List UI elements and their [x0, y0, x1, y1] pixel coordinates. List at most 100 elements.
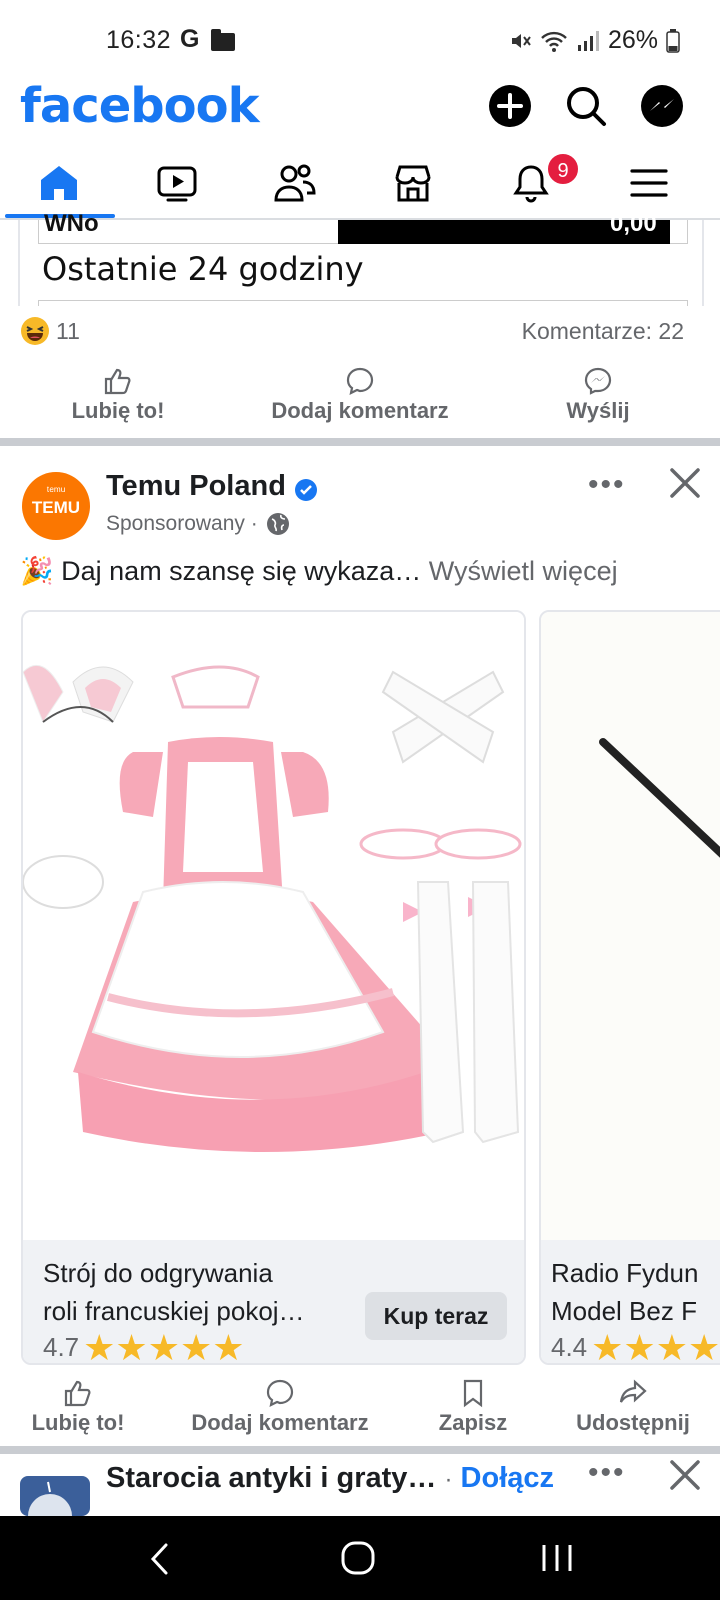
tab-marketplace[interactable]: [354, 148, 472, 218]
wifi-icon: [541, 31, 567, 52]
product-image[interactable]: [541, 612, 720, 1240]
save-button[interactable]: Zapisz: [426, 1378, 520, 1436]
google-icon: G: [180, 25, 200, 53]
tab-menu[interactable]: [590, 148, 708, 218]
product-rating: 4.7 ★★★★★: [43, 1329, 245, 1363]
recent-apps-icon[interactable]: [540, 1542, 574, 1574]
product-card[interactable]: Strój do odgrywania roli francuskiej pok…: [21, 610, 526, 1365]
system-nav-bar: [0, 1516, 720, 1600]
bookmark-icon: [463, 1379, 483, 1408]
search-button[interactable]: [564, 84, 608, 128]
status-bar: 16:32 G 26%: [0, 0, 720, 80]
status-icons: 26%: [508, 26, 680, 55]
video-icon: [157, 166, 197, 202]
comment-label: Dodaj komentarz: [191, 1410, 369, 1435]
close-icon[interactable]: [668, 466, 702, 500]
sponsored-separator: ·: [250, 512, 258, 535]
create-button[interactable]: [488, 84, 532, 128]
comment-icon: [346, 367, 374, 395]
see-more-link[interactable]: Wyświetl więcej: [429, 556, 618, 586]
group-name[interactable]: Starocia antyki i graty…: [106, 1462, 436, 1494]
product-footer: Radio Fydun Model Bez F 4.4 ★★★★: [541, 1240, 720, 1365]
feed-separator: [0, 1446, 720, 1454]
post-actions: Lubię to! Dodaj komentarz Wyślij: [0, 366, 720, 438]
more-options-button[interactable]: •••: [588, 1456, 626, 1490]
messenger-button[interactable]: [640, 84, 684, 128]
verified-badge-icon: [295, 479, 317, 501]
product-title-line1: Radio Fydun: [551, 1258, 699, 1288]
reactions-bar: 11 Komentarze: 22: [0, 306, 720, 366]
post-text-body: Daj nam szansę się wykaza…: [61, 556, 422, 586]
share-icon: [619, 1379, 647, 1403]
product-rating: 4.4 ★★★★: [551, 1326, 720, 1365]
close-icon[interactable]: [668, 1458, 702, 1492]
table-period-label: Ostatnie 24 godziny: [42, 250, 364, 288]
ad-post-actions: Lubię to! Dodaj komentarz Zapisz Udostęp…: [0, 1378, 720, 1450]
product-title-line2: Model Bez F: [551, 1296, 697, 1326]
group-avatar[interactable]: [20, 1476, 90, 1516]
like-button[interactable]: Lubię to!: [52, 366, 184, 424]
sponsored-text: Sponsorowany: [106, 512, 245, 535]
battery-percent: 26%: [607, 26, 658, 54]
comment-icon: [266, 1379, 294, 1407]
friends-icon: [274, 164, 316, 202]
comment-label: Dodaj komentarz: [271, 398, 449, 423]
party-icon: 🎉: [20, 556, 54, 586]
temu-avatar[interactable]: ᵗᵉᵐᵘ TEMU: [22, 472, 90, 540]
like-label: Lubię to!: [71, 398, 165, 423]
reaction-count[interactable]: 11: [56, 318, 80, 345]
back-icon[interactable]: [148, 1542, 172, 1576]
save-label: Zapisz: [438, 1410, 508, 1435]
rating-value: 4.4: [551, 1332, 588, 1362]
shop-now-button[interactable]: Kup teraz: [365, 1292, 507, 1340]
more-options-button[interactable]: •••: [588, 468, 626, 502]
home-button-icon[interactable]: [340, 1540, 376, 1576]
avatar-top-text: ᵗᵉᵐᵘ: [46, 484, 66, 498]
share-button[interactable]: Udostępnij: [562, 1378, 704, 1436]
marketplace-icon: [395, 165, 431, 202]
search-icon: [567, 87, 606, 126]
avatar-text: TEMU: [31, 498, 81, 517]
thumbs-up-icon: [104, 368, 131, 395]
notification-badge: 9: [546, 152, 580, 186]
product-card[interactable]: Radio Fydun Model Bez F 4.4 ★★★★: [539, 610, 720, 1365]
thumbs-up-icon: [64, 1380, 91, 1407]
star-rating-icon: ★★★★: [591, 1326, 720, 1365]
comments-count[interactable]: Komentarze: 22: [522, 318, 684, 345]
tab-video[interactable]: [118, 148, 236, 218]
post-image-table[interactable]: WNo 0,00 Ostatnie 24 godziny: [18, 210, 704, 310]
product-title-line2: roli francuskiej pokoj…: [43, 1296, 305, 1326]
page-name[interactable]: Temu Poland: [106, 470, 286, 503]
group-separator: ·: [444, 1466, 453, 1493]
folder-icon: [211, 29, 235, 51]
signal-icon: [577, 30, 599, 51]
group-title: Starocia antyki i graty… · Dołącz: [106, 1462, 554, 1495]
product-image[interactable]: [23, 612, 526, 1240]
comment-button[interactable]: Dodaj komentarz: [176, 1378, 384, 1436]
send-label: Wyślij: [566, 398, 630, 423]
post-text: 🎉 Daj nam szansę się wykaza… Wyświetl wi…: [20, 555, 618, 587]
table-row-value: 0,00: [610, 210, 657, 237]
product-title[interactable]: Strój do odgrywania roli francuskiej pok…: [43, 1254, 305, 1330]
tab-friends[interactable]: [236, 148, 354, 218]
comment-button[interactable]: Dodaj komentarz: [252, 366, 468, 424]
like-label: Lubię to!: [31, 1410, 125, 1435]
messenger-icon: [641, 85, 683, 127]
table-row-label: WNo: [44, 210, 99, 237]
plus-icon: [489, 85, 531, 127]
tab-home[interactable]: [0, 148, 118, 218]
send-button[interactable]: Wyślij: [548, 366, 648, 424]
facebook-logo[interactable]: facebook: [20, 78, 260, 134]
next-post-header: Starocia antyki i graty… · Dołącz •••: [0, 1456, 720, 1516]
join-link[interactable]: Dołącz: [461, 1462, 554, 1494]
rating-value: 4.7: [43, 1332, 80, 1362]
product-title-line1: Strój do odgrywania: [43, 1258, 273, 1288]
hamburger-icon: [630, 169, 668, 197]
share-label: Udostępnij: [576, 1410, 690, 1435]
home-icon: [41, 166, 77, 200]
like-button[interactable]: Lubię to!: [14, 1378, 142, 1436]
haha-reaction-icon[interactable]: [20, 316, 50, 346]
mute-icon: [511, 33, 531, 48]
battery-icon: [666, 28, 680, 53]
product-title[interactable]: Radio Fydun Model Bez F: [551, 1254, 698, 1330]
